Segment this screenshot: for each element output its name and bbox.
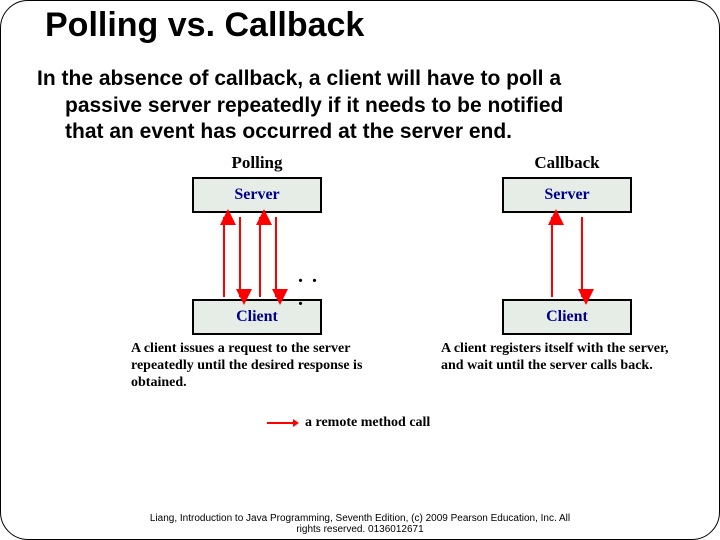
callback-caption: A client registers itself with the serve… (441, 341, 693, 375)
polling-arrows: . . . (192, 213, 322, 299)
ellipsis-icon: . . . (298, 265, 322, 311)
legend: a remote method call (265, 415, 430, 431)
polling-column: Polling Server (117, 153, 397, 391)
callback-arrows-svg (502, 213, 632, 299)
body-line-1: In the absence of callback, a client wil… (37, 67, 561, 90)
callback-server-box: Server (502, 177, 632, 213)
callback-heading: Callback (427, 153, 707, 173)
polling-heading: Polling (117, 153, 397, 173)
body-text: In the absence of callback, a client wil… (37, 66, 683, 145)
callback-arrows (502, 213, 632, 299)
slide-title: Polling vs. Callback (45, 7, 683, 44)
footer-citation: Liang, Introduction to Java Programming,… (1, 513, 719, 535)
polling-server-box: Server (192, 177, 322, 213)
diagram-area: Polling Server (37, 153, 683, 443)
body-line-3: that an event has occurred at the server… (37, 119, 683, 145)
callback-column: Callback Server Client A client register… (427, 153, 707, 375)
polling-caption: A client issues a request to the server … (131, 341, 383, 391)
body-line-2: passive server repeatedly if it needs to… (37, 93, 683, 119)
legend-text: a remote method call (305, 415, 430, 431)
legend-arrow-icon (265, 417, 299, 429)
callback-client-box: Client (502, 299, 632, 335)
slide: Polling vs. Callback In the absence of c… (0, 0, 720, 540)
